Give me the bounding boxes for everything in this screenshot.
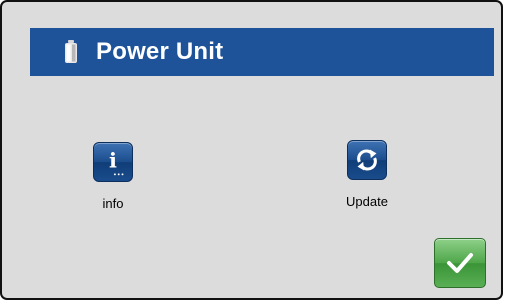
info-label: info — [102, 196, 124, 211]
power-unit-dialog: Power Unit i info Update — [0, 0, 503, 300]
checkmark-icon — [447, 253, 473, 273]
confirm-button[interactable] — [434, 238, 486, 288]
dialog-title: Power Unit — [96, 38, 224, 65]
update-label: Update — [346, 194, 388, 209]
info-app[interactable]: i info — [88, 142, 138, 211]
update-app[interactable]: Update — [327, 140, 407, 209]
svg-text:i: i — [109, 148, 117, 173]
battery-icon — [65, 40, 77, 63]
refresh-icon[interactable] — [347, 140, 387, 180]
title-bar: Power Unit — [30, 28, 494, 76]
info-icon[interactable]: i — [93, 142, 133, 182]
